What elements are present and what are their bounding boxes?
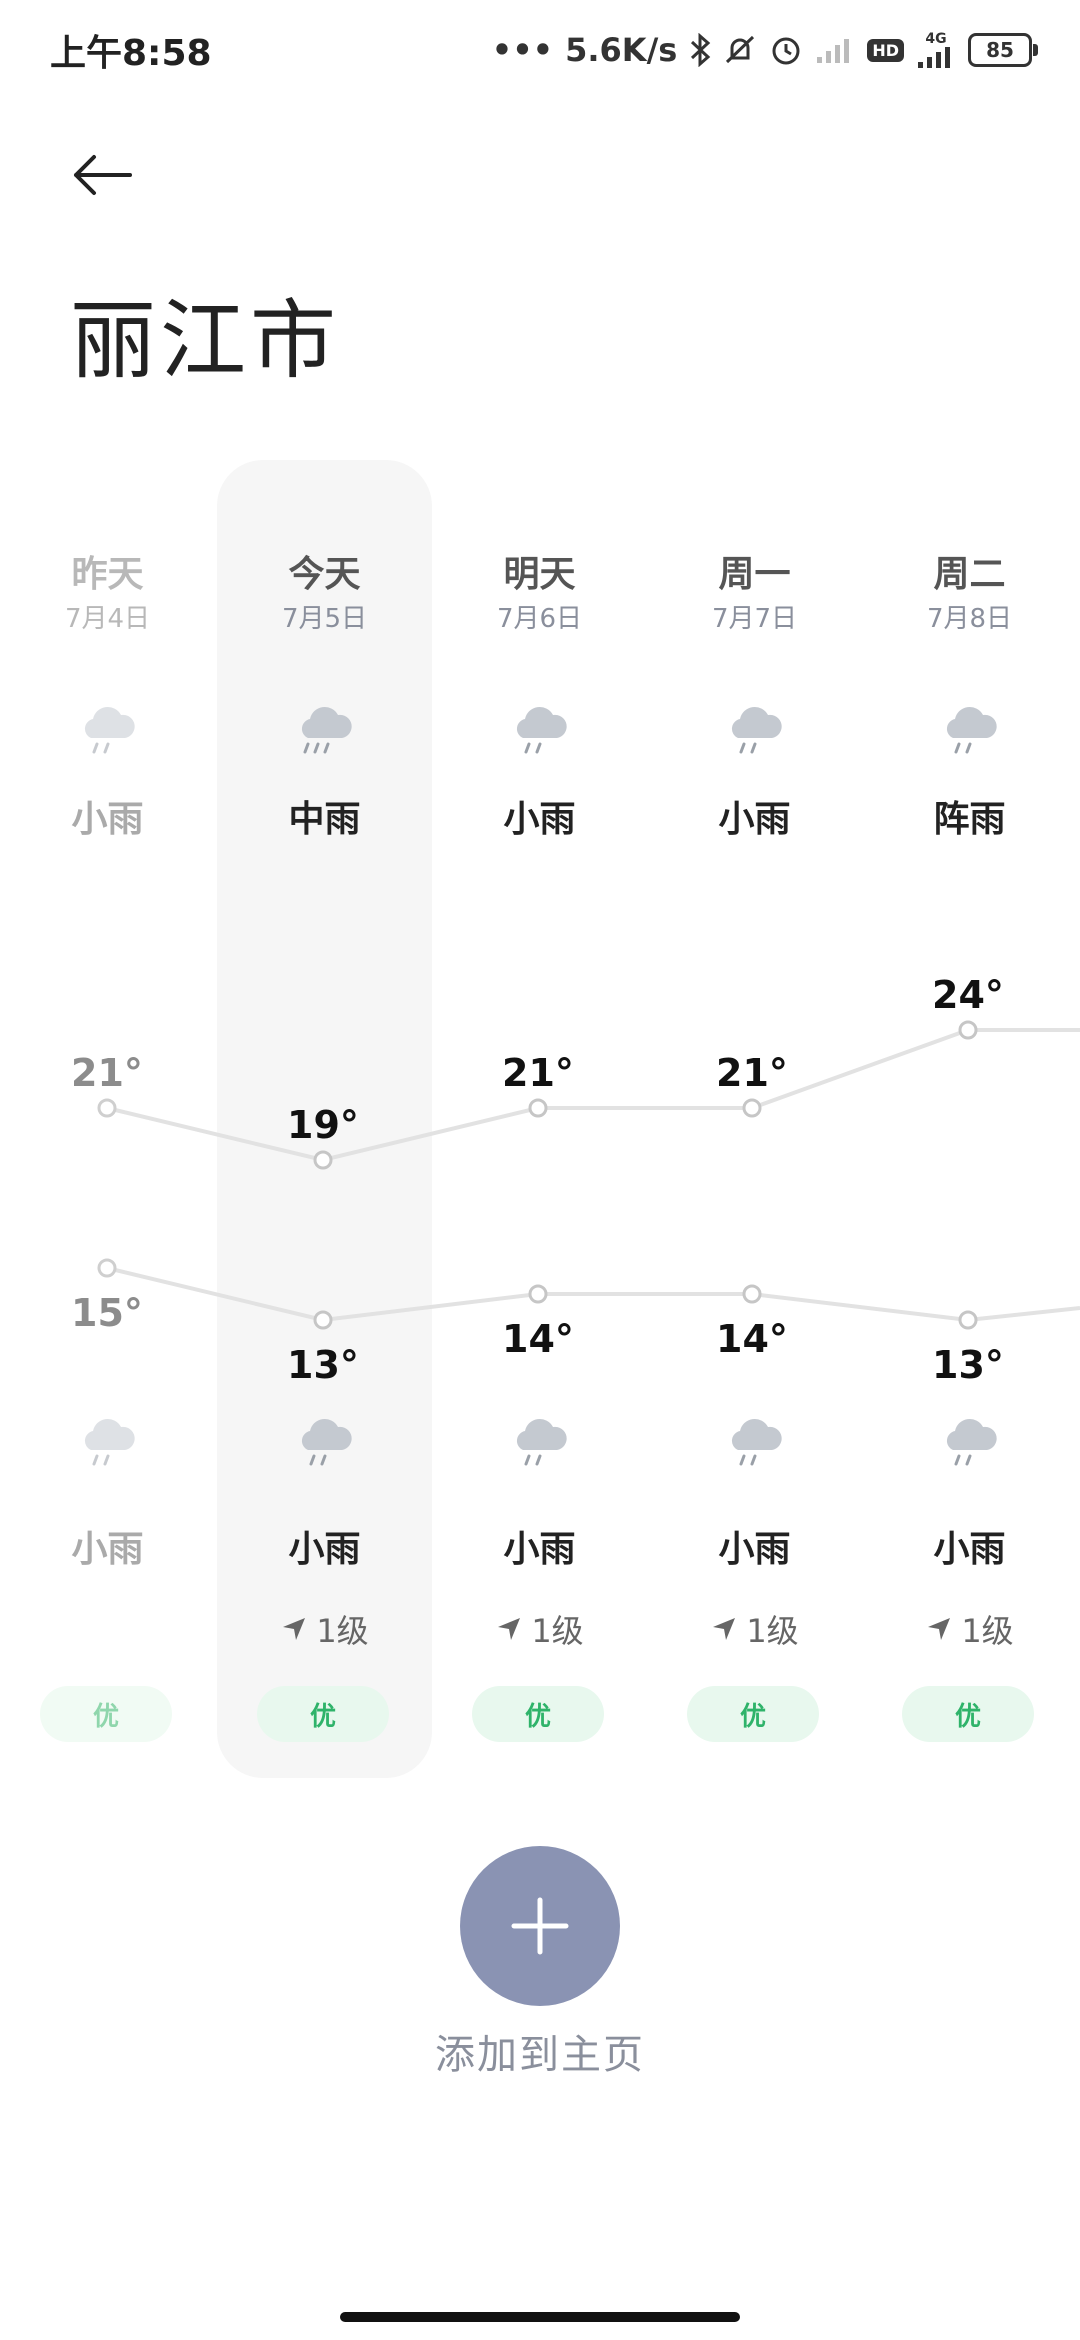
wind-info: 1级 [862, 1606, 1077, 1652]
aqi-badge[interactable]: 优 [902, 1686, 1034, 1742]
light-rain-icon [724, 698, 786, 758]
add-to-home-button[interactable] [460, 1846, 620, 2006]
add-to-home-label: 添加到主页 [435, 2032, 645, 2078]
night-weather: 小雨 [718, 1529, 791, 1570]
light-rain-icon [77, 698, 139, 758]
light-rain-icon [724, 1410, 786, 1470]
light-rain-icon [939, 1410, 1001, 1470]
wind-direction-icon [283, 1618, 306, 1640]
day-date: 7月8日 [926, 604, 1013, 634]
aqi-badge[interactable]: 优 [472, 1686, 604, 1742]
forecast-day-0: 昨天 7月4日 小雨 小雨优 [0, 0, 215, 2340]
day-weather: 小雨 [71, 799, 144, 840]
wind-info: 1级 [217, 1606, 432, 1652]
wind-level: 1级 [746, 1612, 799, 1650]
day-name: 周二 [933, 554, 1006, 595]
wind-info: 1级 [647, 1606, 862, 1652]
wind-direction-icon [928, 1618, 951, 1640]
night-weather: 小雨 [933, 1529, 1006, 1570]
day-name: 昨天 [71, 554, 144, 595]
day-date: 7月5日 [281, 604, 368, 634]
forecast-day-1: 今天 7月5日中雨小雨 1级优 [217, 0, 432, 2340]
wind-info: 1级 [432, 1606, 647, 1652]
shower-icon [939, 698, 1001, 758]
moderate-rain-icon [294, 698, 356, 758]
wind-level: 1级 [316, 1612, 369, 1650]
light-rain-icon [77, 1410, 139, 1470]
day-date: 7月7日 [711, 604, 798, 634]
plus-icon [511, 1897, 569, 1955]
day-name: 今天 [288, 554, 361, 595]
day-weather: 中雨 [288, 799, 361, 840]
wind-level: 1级 [531, 1612, 584, 1650]
home-indicator[interactable] [340, 2312, 740, 2322]
day-name: 周一 [718, 554, 791, 595]
day-weather: 小雨 [718, 799, 791, 840]
day-date: 7月6日 [496, 604, 583, 634]
forecast-day-4: 周二 7月8日阵雨小雨 1级优 [862, 0, 1077, 2340]
wind-direction-icon [498, 1618, 521, 1640]
day-name: 明天 [503, 554, 576, 595]
light-rain-icon [294, 1410, 356, 1470]
light-rain-icon [509, 698, 571, 758]
night-weather: 小雨 [503, 1529, 576, 1570]
aqi-badge[interactable]: 优 [40, 1686, 172, 1742]
wind-level: 1级 [961, 1612, 1014, 1650]
forecast-day-3: 周一 7月7日 小雨 小雨 1级优 [647, 0, 862, 2340]
aqi-badge[interactable]: 优 [687, 1686, 819, 1742]
light-rain-icon [509, 1410, 571, 1470]
aqi-badge[interactable]: 优 [257, 1686, 389, 1742]
night-weather: 小雨 [71, 1529, 144, 1570]
day-weather: 阵雨 [933, 799, 1006, 840]
night-weather: 小雨 [288, 1529, 361, 1570]
wind-direction-icon [713, 1618, 736, 1640]
day-date: 7月4日 [64, 604, 151, 634]
day-weather: 小雨 [503, 799, 576, 840]
